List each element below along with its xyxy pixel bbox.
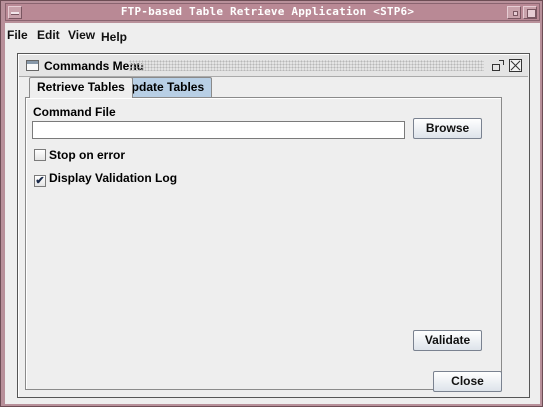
display-validation-log-label: Display Validation Log <box>49 171 178 185</box>
menu-help[interactable]: Help <box>101 30 127 44</box>
window-menu-icon[interactable] <box>8 6 22 19</box>
menu-edit[interactable]: Edit <box>37 28 60 42</box>
restore-icon[interactable] <box>491 59 505 72</box>
frame-icon <box>26 60 39 71</box>
retrieve-tables-panel: Command File Browse Stop on error ✔ Displ… <box>25 97 502 390</box>
stop-on-error-option[interactable]: Stop on error <box>34 148 125 162</box>
close-icon[interactable] <box>509 59 522 72</box>
tab-retrieve-tables[interactable]: Retrieve Tables <box>29 77 133 98</box>
menu-view[interactable]: View <box>68 28 95 42</box>
browse-button[interactable]: Browse <box>413 118 482 139</box>
stop-on-error-label: Stop on error <box>49 148 126 162</box>
window-title: FTP-based Table Retrieve Application <ST… <box>120 5 415 18</box>
bottom-strip <box>5 399 540 404</box>
validate-button[interactable]: Validate <box>413 330 482 351</box>
display-validation-log-checkbox[interactable]: ✔ <box>34 175 46 187</box>
command-file-input[interactable] <box>32 121 405 139</box>
maximize-icon[interactable] <box>523 6 537 19</box>
command-file-label: Command File <box>33 105 116 119</box>
frame-titlebar[interactable]: Commands Menu <box>19 55 528 77</box>
menu-file[interactable]: File <box>7 28 28 42</box>
stop-on-error-checkbox[interactable] <box>34 149 46 161</box>
checkmark-icon: ✔ <box>35 175 45 187</box>
window-titlebar[interactable]: FTP-based Table Retrieve Application <ST… <box>5 3 540 21</box>
display-validation-log-option[interactable]: ✔ Display Validation Log <box>34 171 177 187</box>
close-button[interactable]: Close <box>433 371 502 392</box>
application-window: FTP-based Table Retrieve Application <ST… <box>0 0 543 407</box>
minimize-icon[interactable] <box>507 6 521 19</box>
menubar: File Edit View Help <box>5 23 540 45</box>
app-content: File Edit View Help Commands Menu Retrie… <box>5 23 540 404</box>
titlebar-grip <box>129 60 484 71</box>
